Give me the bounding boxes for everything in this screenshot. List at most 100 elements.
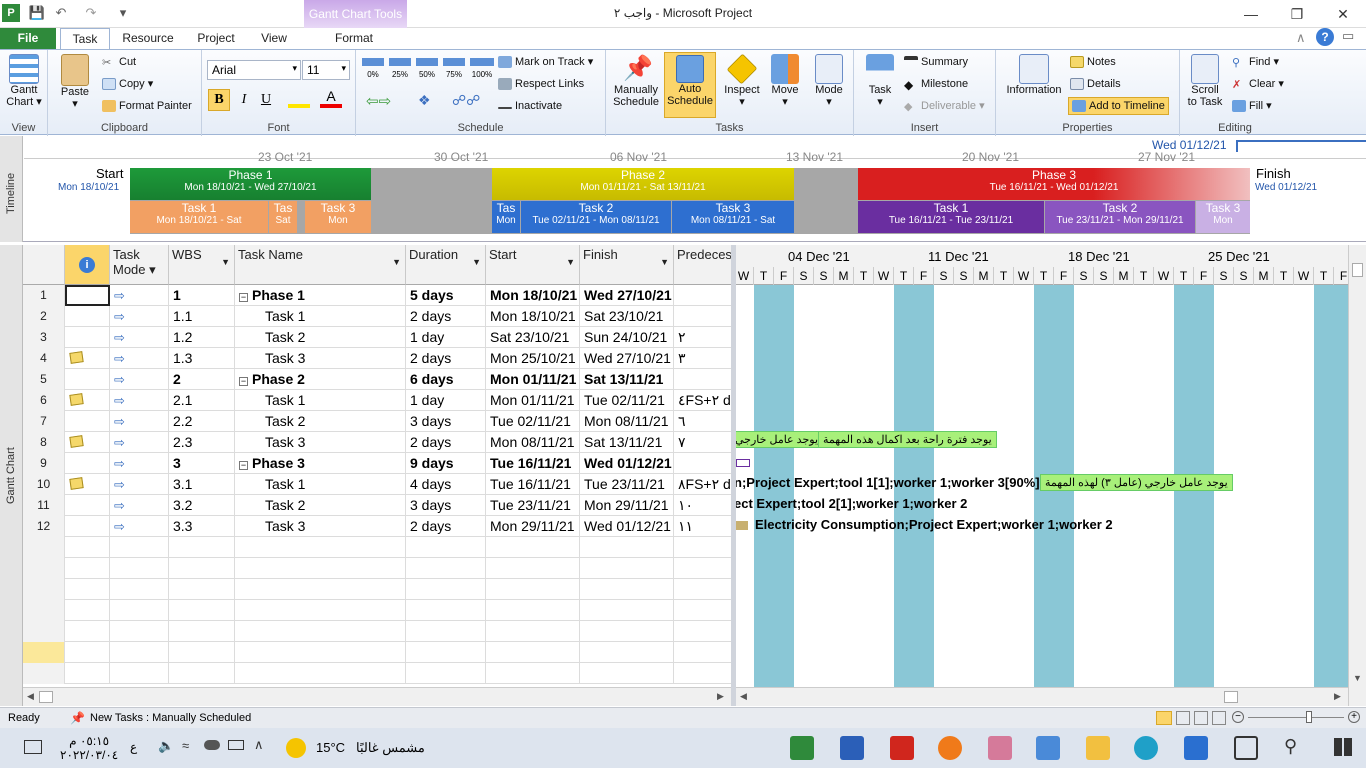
table-row[interactable]	[23, 642, 731, 663]
task-mode-cell[interactable]	[110, 663, 169, 684]
row-number[interactable]: 4	[23, 348, 65, 369]
start-cell[interactable]: Mon 25/10/21	[486, 348, 580, 369]
indicator-cell[interactable]	[65, 537, 110, 558]
tab-resource[interactable]: Resource	[118, 28, 178, 49]
tab-file[interactable]: File	[0, 28, 56, 49]
grid-horizontal-scrollbar[interactable]: ◀ ▶	[23, 687, 731, 706]
indicator-cell[interactable]	[65, 285, 110, 306]
finish-header[interactable]: Finish ▼	[580, 245, 674, 285]
finish-cell[interactable]: Sat 13/11/21	[580, 369, 674, 390]
task-mode-cell[interactable]	[110, 537, 169, 558]
predecessors-cell[interactable]: ٣	[674, 348, 731, 369]
start-header[interactable]: Start ▼	[486, 245, 580, 285]
task-mode-cell[interactable]: ⇨	[110, 432, 169, 453]
row-number[interactable]	[23, 663, 65, 684]
tab-task[interactable]: Task	[60, 28, 110, 50]
wbs-cell[interactable]: 1.1	[169, 306, 235, 327]
task-name-cell[interactable]	[235, 537, 406, 558]
predecessors-cell[interactable]	[674, 663, 731, 684]
duration-cell[interactable]: 1 day	[406, 327, 486, 348]
gantt-chart-area[interactable]: 04 Dec '21 11 Dec '21 18 Dec '21 25 Dec …	[736, 245, 1348, 687]
indicator-cell[interactable]	[65, 432, 110, 453]
wbs-cell[interactable]: 2	[169, 369, 235, 390]
duration-cell[interactable]: 1 day	[406, 390, 486, 411]
information-button[interactable]: Information	[1002, 54, 1066, 96]
respect-links-button[interactable]: Respect Links	[498, 77, 584, 91]
milestone-button[interactable]: ◆ Milestone	[904, 77, 968, 92]
predecessors-cell[interactable]: ٢	[674, 327, 731, 348]
timeline-task[interactable]: Tas Sat	[269, 201, 297, 233]
start-cell[interactable]	[486, 642, 580, 663]
finish-cell[interactable]	[580, 600, 674, 621]
start-cell[interactable]: Mon 29/11/21	[486, 516, 580, 537]
task-name-cell[interactable]: − Phase 1	[235, 285, 406, 306]
indicator-cell[interactable]	[65, 600, 110, 621]
indicator-cell[interactable]	[65, 369, 110, 390]
timeline-phase-2[interactable]: Phase 2 Mon 01/11/21 - Sat 13/11/21	[492, 168, 794, 200]
paste-button[interactable]: Paste ▾	[56, 54, 94, 110]
pct-100-button[interactable]: 100%	[470, 58, 494, 80]
task-name-cell[interactable]: Task 3	[235, 348, 406, 369]
deliverable-button[interactable]: ◆ Deliverable ▾	[904, 99, 985, 113]
wbs-cell[interactable]: 1.2	[169, 327, 235, 348]
status-new-tasks[interactable]: New Tasks : Manually Scheduled	[90, 712, 251, 724]
task-name-cell[interactable]: Task 1	[235, 390, 406, 411]
finish-cell[interactable]: Tue 02/11/21	[580, 390, 674, 411]
task-mode-cell[interactable]: ⇨	[110, 390, 169, 411]
table-row[interactable]	[23, 537, 731, 558]
row-number[interactable]: 11	[23, 495, 65, 516]
timeline-view[interactable]: Timeline 23 Oct '21 30 Oct '21 06 Nov '2…	[0, 136, 1366, 242]
select-all-header[interactable]	[23, 245, 65, 285]
finish-cell[interactable]: Wed 27/10/21	[580, 348, 674, 369]
table-row[interactable]	[23, 600, 731, 621]
fill-button[interactable]: Fill ▾	[1232, 99, 1272, 113]
bold-button[interactable]: B	[208, 89, 230, 111]
scroll-right-icon[interactable]: ▶	[717, 691, 724, 702]
finish-cell[interactable]: Sat 23/10/21	[580, 306, 674, 327]
timeline-task[interactable]: Task 2 Tue 23/11/21 - Mon 29/11/21	[1045, 201, 1195, 233]
task-mode-cell[interactable]: ⇨	[110, 285, 169, 306]
indicator-cell[interactable]	[65, 306, 110, 327]
note-icon[interactable]	[69, 393, 84, 406]
indicator-cell[interactable]	[65, 390, 110, 411]
predecessors-cell[interactable]	[674, 579, 731, 600]
gantt-chart-button[interactable]: Gantt Chart ▾	[2, 54, 46, 108]
show-hidden-icons-icon[interactable]: ∧	[254, 737, 264, 753]
start-cell[interactable]: Mon 18/10/21	[486, 306, 580, 327]
note-icon[interactable]	[69, 477, 84, 490]
predecessors-header[interactable]: Predeces	[674, 245, 731, 285]
row-number[interactable]	[23, 558, 65, 579]
predecessors-cell[interactable]	[674, 600, 731, 621]
row-number[interactable]: 3	[23, 327, 65, 348]
duration-cell[interactable]: 2 days	[406, 348, 486, 369]
split-task-icon[interactable]: ❖	[418, 92, 431, 109]
font-family-select[interactable]: Arial ▾	[207, 60, 301, 80]
chart-horizontal-scrollbar[interactable]: ◀ ▶	[736, 687, 1348, 706]
wbs-header[interactable]: WBS ▼	[169, 245, 235, 285]
store-taskbar-icon[interactable]	[1036, 736, 1060, 760]
find-button[interactable]: ⚲ Find ▾	[1232, 55, 1279, 69]
task-mode-cell[interactable]: ⇨	[110, 474, 169, 495]
row-number[interactable]: 6	[23, 390, 65, 411]
font-color-icon[interactable]: A	[320, 88, 342, 108]
indicator-cell[interactable]	[65, 453, 110, 474]
task-mode-cell[interactable]	[110, 558, 169, 579]
duration-cell[interactable]: 3 days	[406, 495, 486, 516]
wbs-cell[interactable]: 3	[169, 453, 235, 474]
start-cell[interactable]: Tue 16/11/21	[486, 474, 580, 495]
row-number[interactable]: 7	[23, 411, 65, 432]
mail-taskbar-icon[interactable]	[1184, 736, 1208, 760]
table-row[interactable]	[23, 663, 731, 684]
task-mode-cell[interactable]	[110, 600, 169, 621]
timeline-task[interactable]: Task 1 Mon 18/10/21 - Sat	[130, 201, 268, 233]
predecessors-cell[interactable]	[674, 369, 731, 390]
scroll-thumb[interactable]	[1224, 691, 1238, 703]
task-sheet[interactable]: i Task Mode ▾ WBS ▼ Task Name ▼ Duration ▼ S…	[23, 245, 731, 685]
start-cell[interactable]	[486, 537, 580, 558]
clear-button[interactable]: ✗ Clear ▾	[1232, 77, 1284, 91]
task-name-cell[interactable]	[235, 579, 406, 600]
wbs-cell[interactable]: 3.3	[169, 516, 235, 537]
duration-cell[interactable]	[406, 579, 486, 600]
wbs-cell[interactable]	[169, 600, 235, 621]
predecessors-cell[interactable]	[674, 285, 731, 306]
